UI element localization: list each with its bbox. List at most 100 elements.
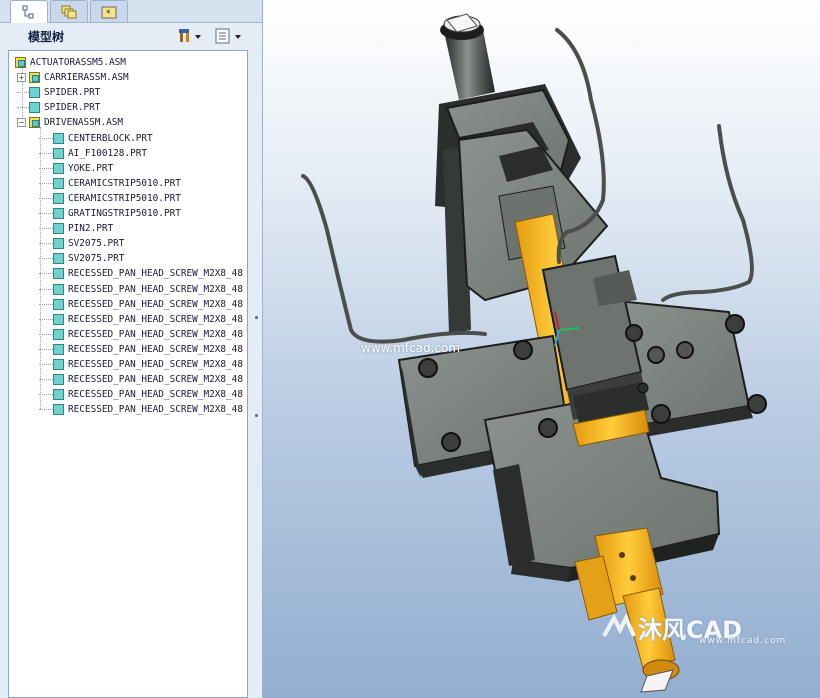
tree-connector [39,318,53,320]
tree-connector [39,197,53,199]
tree-item-label: SV2075.PRT [68,253,125,265]
part-icon [53,313,64,325]
splitter-grip [255,414,258,417]
tree-item-part[interactable]: YOKE.PRT [39,161,113,176]
tree-connector [39,152,53,154]
favorites-icon: * [101,6,117,19]
expand-icon[interactable]: + [17,73,26,83]
part-icon [53,132,64,144]
tab-favorites[interactable]: * [90,0,128,22]
tree-item-label: YOKE.PRT [68,162,114,174]
tree-item-label: CERAMICSTRIP5010.PRT [68,177,181,189]
tree-connector [39,288,53,290]
part-icon [53,162,64,174]
part-icon [53,208,64,219]
tree-connector [17,92,29,94]
tree-item-part[interactable]: RECESSED_PAN_HEAD_SCREW_M2X8_48 [39,402,243,417]
tree-connector [39,333,53,335]
tree-connector [39,303,53,305]
tree-item-part[interactable]: RECESSED_PAN_HEAD_SCREW_M2X8_48 [39,327,243,342]
part-icon [53,389,64,401]
tree-item-part[interactable]: GRATINGSTRIP5010.PRT [39,206,181,221]
model-tree[interactable]: ACTUATORASSM5.ASM + CARRIERASSM.ASM SPIDER.… [8,50,248,698]
tree-item-label: CENTERBLOCK.PRT [68,132,153,144]
assembly-icon [29,117,40,129]
tree-item-part[interactable]: SPIDER.PRT [17,85,100,100]
collapse-icon[interactable]: − [17,118,26,128]
tree-item-label: PIN2.PRT [68,223,114,235]
tree-connector [39,258,53,260]
tree-connector [39,137,53,139]
tree-item-label: RECESSED_PAN_HEAD_SCREW_M2X8_48 [68,313,243,325]
tree-connector [39,228,53,230]
settings-button[interactable] [178,27,204,45]
part-icon [29,87,40,99]
tree-connector [39,167,53,169]
tree-title: 模型树 [28,29,65,44]
tree-item-part[interactable]: CERAMICSTRIP5010.PRT [39,191,181,206]
tree-header: 模型树 [8,24,254,48]
tree-connector [39,409,53,411]
tree-item-label: RECESSED_PAN_HEAD_SCREW_M2X8_48 [68,404,243,416]
tree-item-label: ACTUATORASSM5.ASM [30,57,126,68]
tree-connector [39,182,53,184]
tree-item-part[interactable]: RECESSED_PAN_HEAD_SCREW_M2X8_48 [39,372,243,387]
tab-layers[interactable] [50,0,88,22]
layers-icon [61,5,77,18]
tree-item-label: RECESSED_PAN_HEAD_SCREW_M2X8_48 [68,374,243,386]
tree-item-label: CERAMICSTRIP5010.PRT [68,192,181,204]
svg-text:*: * [106,9,111,19]
tree-item-part[interactable]: SV2075.PRT [39,251,124,266]
tree-connector [39,273,53,275]
assembly-icon [15,57,26,68]
tree-item-label: GRATINGSTRIP5010.PRT [68,208,181,219]
tree-item-label: RECESSED_PAN_HEAD_SCREW_M2X8_48 [68,343,243,355]
tree-item-part[interactable]: RECESSED_PAN_HEAD_SCREW_M2X8_48 [39,312,243,327]
tree-item-label: RECESSED_PAN_HEAD_SCREW_M2X8_48 [68,268,243,280]
tree-item-assembly[interactable]: − DRIVENASSM.ASM [17,115,123,130]
tree-item-label: RECESSED_PAN_HEAD_SCREW_M2X8_48 [68,283,243,295]
tree-item-label: SPIDER.PRT [44,102,101,114]
tree-connector [39,213,53,214]
tree-item-part[interactable]: PIN2.PRT [39,221,113,236]
watermark-url: www.mfcad.com [361,341,461,355]
tree-connector [39,243,53,245]
part-icon [53,147,64,159]
tree-item-part[interactable]: SPIDER.PRT [17,100,100,115]
part-icon [53,253,64,265]
part-icon [53,223,64,235]
show-button[interactable] [214,27,246,45]
tab-model-tree[interactable] [10,0,48,23]
tree-connector [17,107,29,109]
tree-item-part[interactable]: SV2075.PRT [39,236,124,251]
tree-item-part[interactable]: RECESSED_PAN_HEAD_SCREW_M2X8_48 [39,357,243,372]
tree-item-assembly[interactable]: + CARRIERASSM.ASM [17,70,129,85]
tree-item-part[interactable]: CERAMICSTRIP5010.PRT [39,176,181,191]
logo-icon [602,613,636,637]
settings-icon [179,29,201,42]
tree-item-part[interactable]: AI_F100128.PRT [39,146,147,161]
actuator-assembly-model[interactable] [263,0,820,698]
navigator-tabs: * [0,0,262,23]
tree-item-label: SPIDER.PRT [44,87,101,99]
part-icon [53,177,64,189]
graphics-window[interactable]: www.mfcad.com 沐风CAD www.mfcad.com [263,0,820,698]
tree-item-part[interactable]: RECESSED_PAN_HEAD_SCREW_M2X8_48 [39,387,243,402]
tree-item-part[interactable]: RECESSED_PAN_HEAD_SCREW_M2X8_48 [39,297,243,312]
tree-item-part[interactable]: RECESSED_PAN_HEAD_SCREW_M2X8_48 [39,342,243,357]
watermark-logo-url: www.mfcad.com [699,636,787,646]
model-tree-icon [22,5,34,19]
tree-item-assembly[interactable]: ACTUATORASSM5.ASM [15,55,126,70]
tree-item-label: DRIVENASSM.ASM [44,117,124,129]
show-icon [215,28,241,44]
part-icon [53,298,64,310]
tree-item-part[interactable]: CENTERBLOCK.PRT [39,131,153,146]
tree-item-part[interactable]: RECESSED_PAN_HEAD_SCREW_M2X8_48 [39,282,243,297]
tree-item-part[interactable]: RECESSED_PAN_HEAD_SCREW_M2X8_48 [39,266,243,281]
part-icon [53,283,64,295]
splitter-grip [255,316,258,319]
tree-item-label: RECESSED_PAN_HEAD_SCREW_M2X8_48 [68,389,243,401]
panel-splitter[interactable] [254,270,260,460]
tree-connector [39,379,53,381]
part-icon [53,374,64,386]
